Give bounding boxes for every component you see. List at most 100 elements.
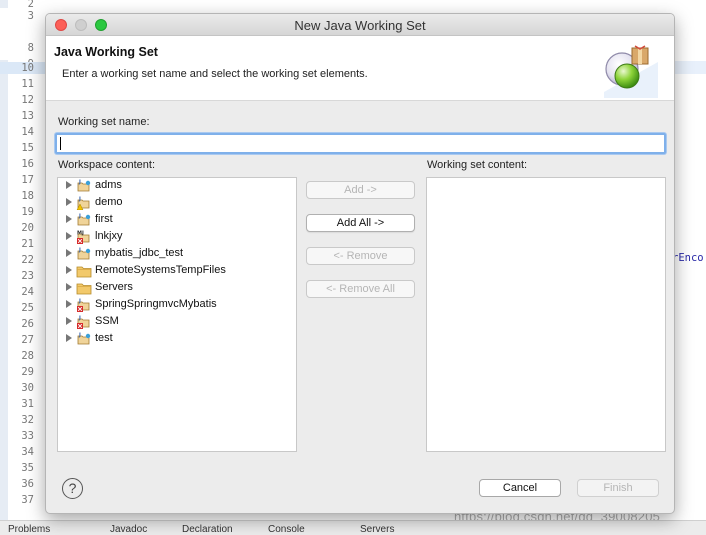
tree-item[interactable]: Servers bbox=[64, 280, 289, 296]
line-number: 20 bbox=[21, 222, 34, 234]
bottom-view-tabs: Problems Javadoc Declaration Console Ser… bbox=[0, 520, 706, 535]
cancel-button[interactable]: Cancel bbox=[479, 479, 561, 497]
wizard-header: Java Working Set Enter a working set nam… bbox=[46, 36, 674, 101]
finish-button[interactable]: Finish bbox=[577, 479, 659, 497]
expand-arrow-icon[interactable] bbox=[66, 181, 72, 189]
line-number: 16 bbox=[21, 158, 34, 170]
line-number: 11 bbox=[21, 78, 34, 90]
expand-arrow-icon[interactable] bbox=[66, 232, 72, 240]
java-project-icon: J bbox=[76, 179, 92, 193]
wizard-page-title: Java Working Set bbox=[54, 45, 158, 59]
line-number: 37 bbox=[21, 494, 34, 506]
line-number: 17 bbox=[21, 174, 34, 186]
add-all-button[interactable]: Add All -> bbox=[306, 214, 415, 232]
new-java-working-set-dialog: New Java Working Set Java Working Set En… bbox=[45, 13, 675, 514]
java-project-error-icon: J bbox=[76, 315, 92, 329]
line-number: 26 bbox=[21, 318, 34, 330]
expand-arrow-icon[interactable] bbox=[66, 215, 72, 223]
tree-item[interactable]: J SpringSpringmvcMybatis bbox=[64, 297, 289, 313]
tree-item[interactable]: MJ lnkjxy bbox=[64, 229, 289, 245]
working-set-name-input[interactable] bbox=[55, 133, 666, 154]
java-project-warning-icon: J bbox=[76, 196, 92, 211]
expand-arrow-icon[interactable] bbox=[66, 283, 72, 291]
line-number: 18 bbox=[21, 190, 34, 202]
expand-arrow-icon[interactable] bbox=[66, 266, 72, 274]
tab-console[interactable]: Console bbox=[268, 524, 305, 535]
tree-item[interactable]: Jdemo bbox=[64, 195, 289, 211]
expand-arrow-icon[interactable] bbox=[66, 249, 72, 257]
tab-servers[interactable]: Servers bbox=[360, 524, 394, 535]
tree-item-label: lnkjxy bbox=[95, 230, 123, 242]
line-number: 30 bbox=[21, 382, 34, 394]
tree-item-label: test bbox=[95, 332, 113, 344]
tree-item-label: Servers bbox=[95, 281, 133, 293]
maven-project-error-icon: MJ bbox=[76, 230, 92, 244]
workspace-content-label: Workspace content: bbox=[58, 159, 156, 171]
tab-problems[interactable]: Problems bbox=[8, 524, 50, 535]
tree-item[interactable]: RemoteSystemsTempFiles bbox=[64, 263, 289, 279]
expand-arrow-icon[interactable] bbox=[66, 334, 72, 342]
line-number: 10 bbox=[0, 62, 46, 74]
overview-ruler-strip bbox=[0, 0, 8, 8]
svg-text:J: J bbox=[78, 248, 81, 254]
line-number: 19 bbox=[21, 206, 34, 218]
java-project-icon: J bbox=[76, 247, 92, 261]
current-line-highlight bbox=[675, 61, 706, 74]
title-bar: New Java Working Set bbox=[46, 14, 674, 36]
line-number: 8 bbox=[27, 42, 34, 54]
tree-item[interactable]: J SSM bbox=[64, 314, 289, 330]
line-number: 31 bbox=[21, 398, 34, 410]
line-number-gutter: 2389101112131415161718192021222324252627… bbox=[0, 0, 46, 520]
line-number: 21 bbox=[21, 238, 34, 250]
working-set-content-list[interactable] bbox=[426, 177, 666, 452]
line-number: 33 bbox=[21, 430, 34, 442]
expand-arrow-icon[interactable] bbox=[66, 198, 72, 206]
tab-declaration[interactable]: Declaration bbox=[182, 524, 233, 535]
java-project-icon: J bbox=[76, 332, 92, 346]
tree-item[interactable]: Jadms bbox=[64, 178, 289, 194]
tree-item[interactable]: Jfirst bbox=[64, 212, 289, 228]
folder-icon bbox=[76, 264, 92, 278]
java-project-icon: J bbox=[76, 213, 92, 227]
add-button[interactable]: Add -> bbox=[306, 181, 415, 199]
line-number: 27 bbox=[21, 334, 34, 346]
line-number: 13 bbox=[21, 110, 34, 122]
line-number: 36 bbox=[21, 478, 34, 490]
tree-item[interactable]: Jmybatis_jdbc_test bbox=[64, 246, 289, 262]
overview-ruler-strip bbox=[0, 60, 8, 520]
line-number: 32 bbox=[21, 414, 34, 426]
line-number: 2 bbox=[27, 0, 34, 10]
tab-javadoc[interactable]: Javadoc bbox=[110, 524, 147, 535]
line-number: 15 bbox=[21, 142, 34, 154]
tree-item-label: demo bbox=[95, 196, 123, 208]
tree-item[interactable]: Jtest bbox=[64, 331, 289, 347]
text-caret bbox=[60, 137, 61, 150]
svg-text:J: J bbox=[78, 333, 81, 339]
line-number: 12 bbox=[21, 94, 34, 106]
java-project-error-icon: J bbox=[76, 298, 92, 312]
tree-item-label: RemoteSystemsTempFiles bbox=[95, 264, 226, 276]
workspace-content-tree[interactable]: Jadms Jdemo Jfirst MJ lnkjxy Jmybatis_jdbc_te… bbox=[57, 177, 297, 452]
line-number: 34 bbox=[21, 446, 34, 458]
working-set-name-label: Working set name: bbox=[58, 116, 150, 128]
line-number: 28 bbox=[21, 350, 34, 362]
tree-item-label: SSM bbox=[95, 315, 119, 327]
remove-all-button[interactable]: <- Remove All bbox=[306, 280, 415, 298]
line-number: 23 bbox=[21, 270, 34, 282]
line-number: 14 bbox=[21, 126, 34, 138]
svg-text:J: J bbox=[78, 316, 81, 322]
folder-icon bbox=[76, 281, 92, 295]
svg-text:J: J bbox=[78, 197, 81, 203]
dialog-title: New Java Working Set bbox=[294, 18, 426, 33]
help-icon[interactable]: ? bbox=[62, 478, 83, 499]
remove-button[interactable]: <- Remove bbox=[306, 247, 415, 265]
tree-item-label: SpringSpringmvcMybatis bbox=[95, 298, 217, 310]
wizard-page-description: Enter a working set name and select the … bbox=[62, 68, 368, 80]
expand-arrow-icon[interactable] bbox=[66, 300, 72, 308]
expand-arrow-icon[interactable] bbox=[66, 317, 72, 325]
tree-item-label: first bbox=[95, 213, 113, 225]
svg-text:J: J bbox=[78, 299, 81, 305]
svg-text:J: J bbox=[78, 180, 81, 186]
tree-item-label: mybatis_jdbc_test bbox=[95, 247, 184, 259]
line-number: 22 bbox=[21, 254, 34, 266]
